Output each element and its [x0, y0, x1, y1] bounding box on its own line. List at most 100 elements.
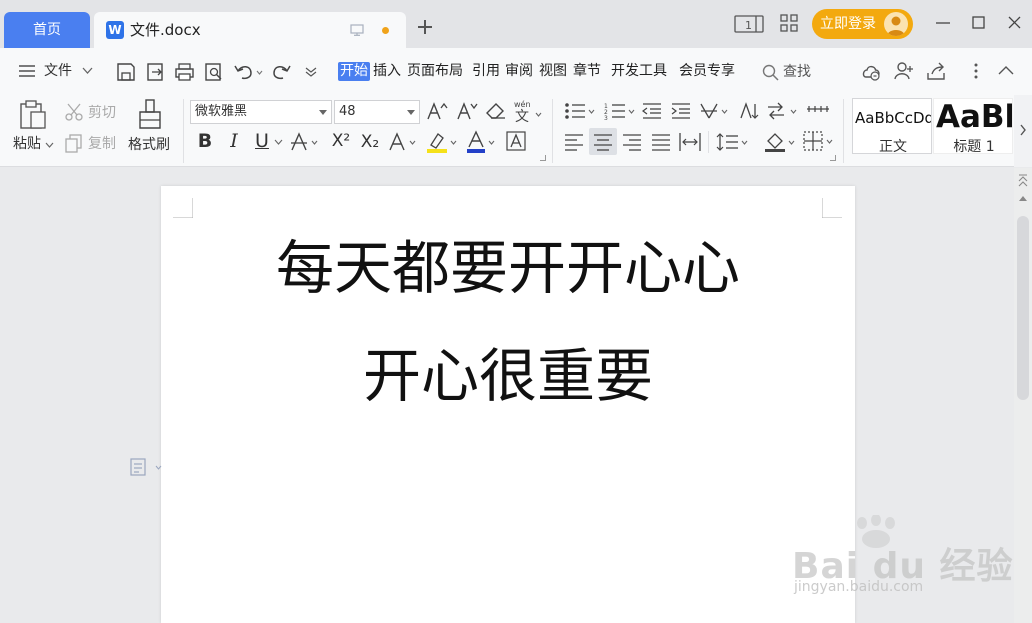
tab-chapter[interactable]: 章节 [573, 62, 601, 81]
save-icon[interactable] [116, 62, 136, 82]
cut-button[interactable] [64, 102, 84, 122]
reading-mode-icon[interactable]: 1 [734, 14, 764, 34]
font-size-value: 48 [339, 104, 356, 119]
home-tab[interactable]: 首页 [4, 12, 90, 48]
increase-indent-icon[interactable] [670, 101, 692, 121]
undo-icon[interactable] [233, 62, 263, 82]
document-paragraph[interactable]: 开心很重要 [161, 344, 855, 408]
tab-member[interactable]: 会员专享 [679, 62, 735, 81]
paragraph-layout-icon[interactable] [130, 458, 164, 476]
increase-font-size-icon[interactable] [426, 101, 448, 121]
style-normal-name: 正文 [879, 139, 907, 154]
copy-icon [65, 134, 82, 153]
print-icon[interactable] [174, 62, 195, 82]
share-icon[interactable] [926, 61, 948, 81]
font-dialog-launcher-icon[interactable] [540, 155, 546, 161]
shading-icon[interactable] [764, 131, 798, 153]
borders-icon[interactable] [803, 131, 837, 153]
scroll-to-top-icon[interactable] [1018, 174, 1028, 188]
paragraph-dialog-launcher-icon[interactable] [830, 155, 836, 161]
hamburger-icon [19, 65, 35, 77]
tab-developer[interactable]: 开发工具 [611, 62, 667, 81]
svg-text:3: 3 [604, 115, 608, 121]
line-spacing-icon[interactable] [716, 132, 750, 152]
underline-button[interactable]: U [253, 131, 271, 151]
export-pdf-icon[interactable] [146, 62, 166, 82]
collapse-ribbon-icon[interactable] [998, 65, 1014, 75]
tab-view[interactable]: 视图 [539, 62, 567, 81]
decrease-font-size-icon[interactable] [456, 101, 478, 121]
document-tab-title: 文件.docx [130, 21, 201, 39]
highlight-color-icon[interactable] [426, 130, 462, 154]
subscript-button[interactable]: X₂ [358, 132, 382, 152]
bold-button[interactable]: B [196, 131, 214, 151]
paste-icon [20, 100, 46, 129]
document-tab[interactable]: W 文件.docx [94, 12, 406, 48]
file-menu-label: 文件 [44, 63, 72, 79]
justify-icon[interactable] [651, 132, 671, 152]
superscript-button[interactable]: X² [329, 131, 353, 151]
more-options-icon[interactable] [974, 63, 978, 79]
character-border-icon[interactable] [506, 131, 526, 151]
align-center-button[interactable] [589, 128, 617, 155]
style-heading-1[interactable]: AaBl 标题 1 [933, 98, 1013, 154]
margin-corner-mark [822, 198, 842, 218]
maximize-icon[interactable] [972, 16, 985, 29]
close-window-icon[interactable] [1008, 16, 1021, 29]
chevron-down-icon [82, 67, 93, 74]
tab-insert[interactable]: 插入 [373, 62, 401, 81]
font-color-icon[interactable] [466, 130, 500, 154]
sort-icon[interactable] [766, 101, 800, 121]
clear-format-eraser-icon[interactable] [485, 101, 507, 121]
format-painter-button[interactable] [137, 98, 163, 132]
scrollbar-thumb[interactable] [1017, 216, 1029, 400]
redo-icon[interactable] [272, 62, 292, 82]
styles-scroll-right-button[interactable] [1014, 95, 1032, 167]
tab-review[interactable]: 审阅 [505, 62, 533, 81]
document-page[interactable]: 每天都要开开心心 开心很重要 [161, 186, 855, 623]
show-marks-icon[interactable] [806, 101, 830, 121]
bullet-list-icon[interactable] [564, 101, 598, 121]
search-icon [762, 64, 779, 81]
document-paragraph[interactable]: 每天都要开开心心 [161, 236, 855, 300]
cloud-sync-icon[interactable] [860, 61, 882, 81]
phonetic-guide-icon[interactable]: wén 文 [513, 99, 543, 123]
text-effect-icon[interactable] [388, 131, 422, 153]
apps-grid-icon[interactable] [780, 14, 798, 32]
text-direction-icon[interactable] [738, 101, 760, 121]
group-separator [552, 99, 553, 163]
font-size-select[interactable]: 48 [334, 100, 420, 124]
paste-options-chevron-icon[interactable] [45, 142, 54, 148]
print-preview-icon[interactable] [204, 62, 224, 82]
new-tab-plus-icon[interactable] [416, 18, 434, 36]
style-normal[interactable]: AaBbCcDd 正文 [852, 98, 932, 154]
svg-text:文: 文 [515, 109, 529, 123]
underline-options-chevron-icon[interactable] [274, 139, 283, 145]
italic-button[interactable]: I [226, 131, 242, 151]
numbered-list-icon[interactable]: 123 [604, 101, 638, 121]
quick-access-more-icon[interactable] [305, 67, 317, 77]
tab-page-layout[interactable]: 页面布局 [407, 62, 463, 81]
menu-bar: 文件 开始 插入 页面布局 引用 审阅 视图 章节 开发工具 会员专享 查找 [0, 48, 1032, 95]
chinese-layout-icon[interactable] [699, 101, 733, 121]
unsaved-indicator [382, 27, 389, 34]
format-painter-label: 格式刷 [128, 137, 170, 153]
watermark-url: jingyan.baidu.com [794, 579, 924, 595]
collaborate-user-icon[interactable] [893, 61, 915, 81]
monitor-icon[interactable] [350, 24, 364, 36]
copy-button[interactable] [64, 133, 84, 153]
minimize-icon[interactable] [936, 22, 950, 24]
title-bar: 首页 W 文件.docx 1 立即登录 [0, 0, 1032, 48]
scroll-up-icon[interactable] [1018, 194, 1028, 202]
paste-button[interactable] [18, 99, 48, 131]
group-separator [708, 131, 709, 153]
distributed-align-icon[interactable] [679, 132, 701, 152]
strikethrough-icon[interactable] [290, 131, 322, 153]
login-button[interactable]: 立即登录 [812, 9, 913, 39]
font-name-select[interactable]: 微软雅黑 [190, 100, 332, 124]
tab-home[interactable]: 开始 [338, 62, 370, 81]
decrease-indent-icon[interactable] [641, 101, 663, 121]
align-right-icon[interactable] [622, 132, 642, 152]
tab-references[interactable]: 引用 [472, 62, 500, 81]
align-left-icon[interactable] [564, 132, 584, 152]
